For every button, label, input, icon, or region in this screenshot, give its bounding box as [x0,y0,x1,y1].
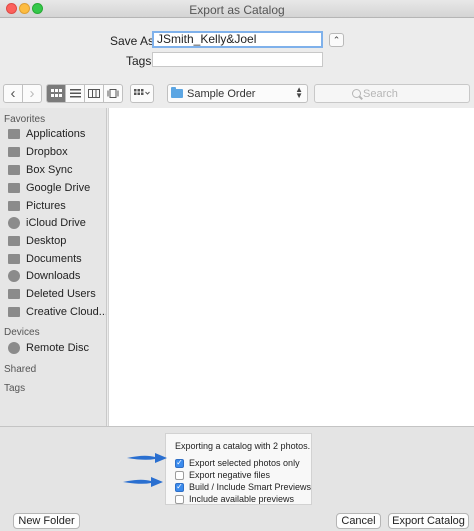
view-mode-control [46,84,123,103]
devices-heading: Devices [4,327,40,338]
sidebar-item-creative-cloud[interactable]: Creative Cloud... [8,303,107,321]
list-view-button[interactable] [65,84,85,103]
save-as-panel: Save As: JSmith_Kelly&Joel ⌃ Tags: [0,18,474,78]
folder-icon [8,307,20,317]
desktop-icon [8,236,20,246]
option-label: Include available previews [189,494,295,504]
sidebar-item-label: Dropbox [26,146,68,158]
sidebar-item-applications[interactable]: Applications [8,125,105,143]
search-icon [352,89,361,98]
sidebar-item-label: Remote Disc [26,342,89,354]
annotation-arrow-icon [127,453,167,463]
expand-collapse-button[interactable]: ⌃ [329,33,344,47]
applications-icon [8,129,20,139]
downloads-icon [8,270,20,282]
sidebar-item-label: Google Drive [26,182,91,194]
tags-label: Tags: [126,54,155,68]
search-placeholder: Search [363,87,398,100]
shared-heading: Shared [4,364,37,375]
title-bar: Export as Catalog [0,0,474,18]
up-down-arrows-icon: ▲ ▼ [295,85,303,100]
favorites-heading: Favorites [4,114,46,125]
sidebar-item-label: Desktop [26,235,67,247]
folder-icon [8,165,20,175]
search-field[interactable]: Search [314,84,470,103]
forward-button[interactable]: › [22,84,42,103]
export-selected-only-option[interactable]: ✓ Export selected photos only [175,458,300,468]
documents-icon [8,254,20,264]
sidebar-item-pictures[interactable]: Pictures [8,197,105,215]
window-title: Export as Catalog [189,3,285,17]
chevron-left-icon: ‹ [10,85,16,102]
location-label: Sample Order [187,87,256,100]
arrange-grid-icon [134,89,150,95]
sidebar-item-label: Deleted Users [26,288,96,300]
column-view-icon [88,89,100,98]
available-previews-option[interactable]: Include available previews [175,494,294,504]
folder-icon [8,289,20,299]
chevron-up-icon: ⌃ [332,35,341,45]
option-label: Export selected photos only [189,458,300,468]
coverflow-view-button[interactable] [103,84,123,103]
icon-view-icon [50,89,62,97]
location-popup[interactable]: Sample Order ▲ ▼ [167,84,308,103]
save-as-field[interactable]: JSmith_Kelly&Joel [152,31,323,48]
checkbox-checked[interactable]: ✓ [175,458,184,468]
sidebar-item-downloads[interactable]: Downloads [8,267,105,285]
sidebar-item-label: Documents [26,253,82,265]
sidebar-item-label: iCloud Drive [26,217,86,229]
annotation-arrow-icon [123,477,163,487]
sidebar-item-desktop[interactable]: Desktop [8,232,105,250]
export-negative-files-option[interactable]: Export negative files [175,470,270,480]
save-as-label: Save As: [110,34,158,48]
icon-view-button[interactable] [46,84,66,103]
sidebar: Favorites Applications Dropbox Box Sync … [0,108,107,426]
cancel-button[interactable]: Cancel [336,513,381,529]
smart-previews-option[interactable]: ✓ Build / Include Smart Previews [175,482,311,492]
sidebar-item-label: Applications [26,128,86,140]
chevron-right-icon: › [29,85,35,102]
tags-heading: Tags [4,383,26,394]
accessory-panel: Exporting a catalog with 2 photos. ✓ Exp… [0,426,474,531]
sidebar-item-remote-disc[interactable]: Remote Disc [8,339,105,357]
back-button[interactable]: ‹ [3,84,23,103]
tags-field[interactable] [152,52,323,67]
pictures-icon [8,201,20,211]
export-options-box: Exporting a catalog with 2 photos. ✓ Exp… [165,433,312,505]
new-folder-button[interactable]: New Folder [13,513,80,529]
column-view-button[interactable] [84,84,104,103]
coverflow-view-icon [107,89,119,98]
sidebar-item-deleted-users[interactable]: Deleted Users [8,285,105,303]
sidebar-item-label: Box Sync [26,164,73,176]
sidebar-item-label: Creative Cloud... [26,306,107,318]
checkbox-unchecked[interactable] [175,470,184,480]
export-catalog-button[interactable]: Export Catalog [388,513,469,529]
file-browser-area[interactable] [108,108,474,426]
cloud-icon [8,217,20,229]
folder-icon [8,183,20,193]
sidebar-item-icloud-drive[interactable]: iCloud Drive [8,214,105,232]
list-view-icon [69,89,81,98]
sidebar-item-label: Pictures [26,200,66,212]
export-summary-text: Exporting a catalog with 2 photos. [175,441,311,451]
option-label: Build / Include Smart Previews [189,482,312,492]
sidebar-item-google-drive[interactable]: Google Drive [8,179,105,197]
arrange-menu-button[interactable] [130,84,154,103]
dropbox-icon [8,147,20,157]
sidebar-item-box-sync[interactable]: Box Sync [8,161,105,179]
sidebar-item-label: Downloads [26,270,81,282]
option-label: Export negative files [189,470,271,480]
folder-icon [171,87,183,98]
browser-toolbar: ‹ › Sample Order ▲ ▼ Search [0,82,474,106]
sidebar-item-documents[interactable]: Documents [8,250,105,268]
checkbox-unchecked[interactable] [175,494,184,504]
sidebar-item-dropbox[interactable]: Dropbox [8,143,105,161]
checkbox-checked[interactable]: ✓ [175,482,184,492]
disc-icon [8,342,20,354]
